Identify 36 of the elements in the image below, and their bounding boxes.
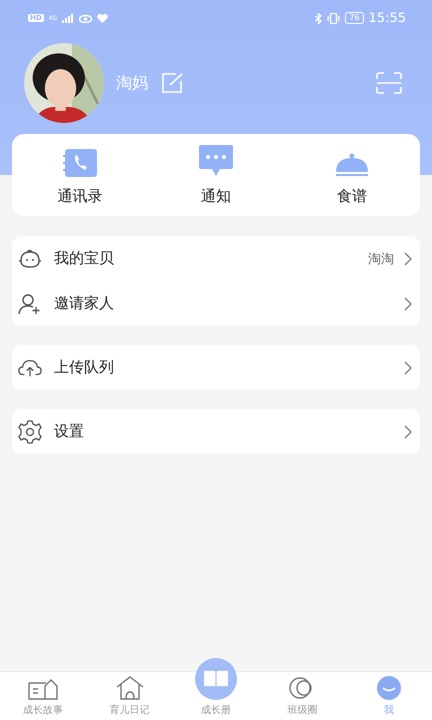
bluetooth-icon [315, 12, 322, 24]
scan-icon[interactable] [376, 72, 402, 94]
person-icon [376, 676, 402, 700]
menu-label: 邀请家人 [54, 294, 114, 313]
menu-value: 淘淘 [368, 250, 394, 268]
settings-icon [18, 420, 42, 444]
menu-label: 上传队列 [54, 358, 114, 377]
add-user-icon [18, 292, 42, 314]
chevron-icon [404, 360, 412, 374]
menu-item[interactable]: 上传队列 [18, 345, 420, 390]
house-icon [114, 676, 145, 700]
house-card-icon [28, 678, 58, 700]
shortcut-item[interactable]: 食谱 [284, 134, 420, 216]
heart-icon [97, 14, 108, 22]
menu-label: 我的宝贝 [54, 249, 114, 268]
eye-icon [79, 14, 92, 22]
chevron-icon [404, 424, 412, 438]
food-cover-icon [335, 153, 369, 177]
edit-icon[interactable] [162, 73, 184, 93]
signal-icon [62, 14, 74, 22]
battery-level: 76 [345, 12, 364, 24]
vibrate-icon [327, 12, 340, 24]
shortcut-item[interactable]: 通讯录 [12, 134, 148, 216]
chat-bubble-icon [199, 145, 233, 177]
menu-item[interactable]: 设置 [18, 409, 420, 454]
clock-time: 15:55 [368, 10, 406, 26]
user-name: 淘妈 [116, 72, 148, 94]
shortcut-item[interactable]: 通知 [148, 134, 284, 216]
menu-label: 设置 [54, 422, 84, 441]
baby-face-icon [18, 248, 42, 268]
chevron-icon [404, 296, 412, 310]
phone-book-icon [63, 149, 97, 177]
cloud-upload-icon [18, 358, 42, 378]
menu-item[interactable]: 我的宝贝 淘淘 [18, 236, 420, 281]
chevron-icon [404, 252, 412, 266]
menu-item[interactable]: 邀请家人 [18, 281, 420, 326]
